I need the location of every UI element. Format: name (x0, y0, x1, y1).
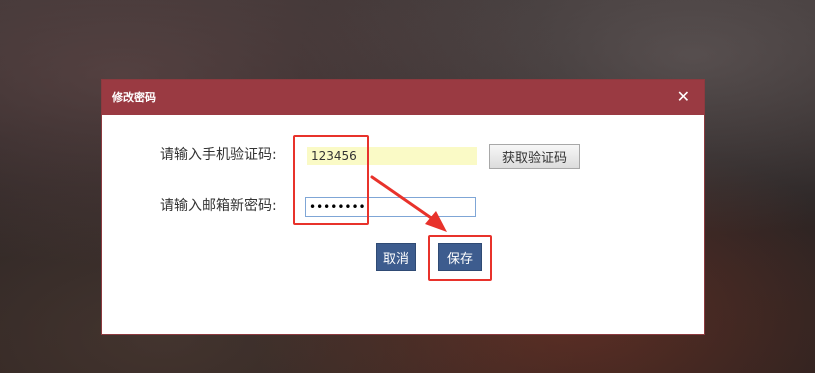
code-label: 请输入手机验证码: (160, 147, 277, 163)
change-password-dialog: 修改密码 ✕ 请输入手机验证码: 获取验证码 请输入邮箱新密码: 取消 保存 (101, 79, 705, 335)
save-button[interactable]: 保存 (438, 243, 482, 271)
new-password-input[interactable] (305, 197, 476, 217)
dialog-title: 修改密码 (112, 91, 156, 104)
get-code-button[interactable]: 获取验证码 (489, 144, 580, 169)
cancel-button[interactable]: 取消 (376, 243, 416, 271)
close-icon[interactable]: ✕ (677, 88, 690, 106)
dialog-titlebar: 修改密码 ✕ (102, 80, 704, 115)
password-label: 请输入邮箱新密码: (160, 198, 277, 214)
verification-code-input[interactable] (307, 147, 477, 165)
